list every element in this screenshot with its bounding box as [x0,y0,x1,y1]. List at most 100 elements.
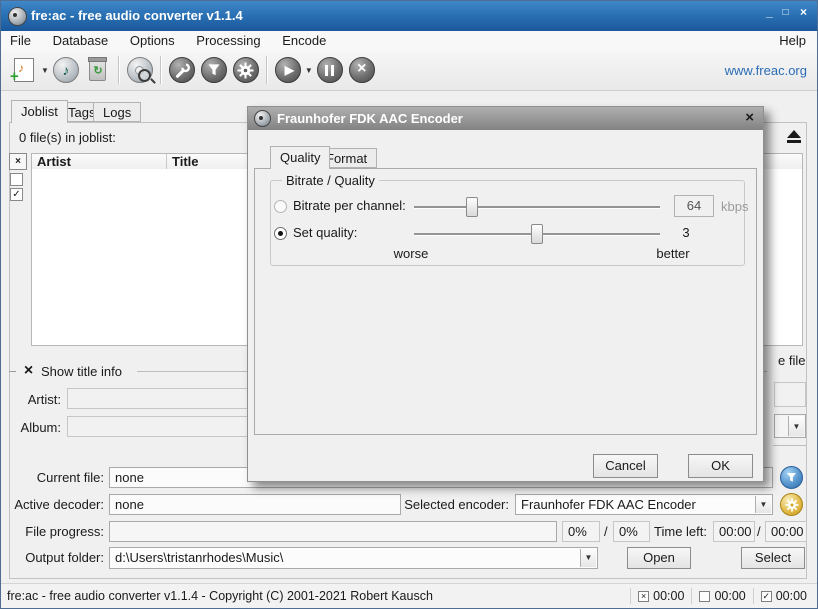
checked-tick-icon: ✓ [761,591,772,602]
active-decoder-label: Active decoder: [1,497,104,512]
output-folder-label: Output folder: [1,550,104,565]
column-header-artist[interactable]: Artist [32,154,167,169]
status-timers: × 00:00 00:00 ✓ 00:00 [630,588,814,604]
magnifier-icon [138,69,151,82]
dialog-close-button[interactable]: × [745,109,754,126]
output-folder-combo[interactable]: d:\Users\tristanrhodes\Music\ ▼ [109,547,598,569]
timer-value: 00:00 [653,589,684,603]
file-progress-percent: 0% [562,521,600,542]
right-sliver-combo[interactable]: ▼ [774,414,806,438]
pause-icon [317,57,343,83]
menu-help[interactable]: Help [770,31,815,50]
ok-button[interactable]: OK [688,454,753,478]
time-left-label: Time left: [646,524,707,539]
quality-slider-thumb[interactable] [531,224,543,244]
timer-unselected: 00:00 [691,588,752,604]
toggle-selection-button[interactable]: ✓ [10,188,23,201]
minimize-button[interactable]: _ [762,5,777,19]
chevron-down-icon[interactable]: ▼ [788,416,804,436]
add-audio-cd-button[interactable]: ♪ [50,54,82,86]
selected-encoder-label: Selected encoder: [401,497,509,512]
album-label: Album: [15,420,61,435]
window-titlebar[interactable]: fre:ac - free audio converter v1.1.4 _ □… [1,1,817,31]
cancel-button[interactable]: Cancel [593,454,658,478]
select-all-button[interactable]: × [9,153,27,170]
checked-x-icon: × [638,591,649,602]
select-none-button[interactable] [10,173,23,186]
tab-joblist[interactable]: Joblist [11,100,68,123]
close-button[interactable]: × [796,5,811,19]
current-file-label: Current file: [1,470,104,485]
general-settings-button[interactable] [166,54,198,86]
document-icon: ♪ + [14,58,34,82]
freac-logo-icon [254,110,271,127]
menu-file[interactable]: File [1,31,40,50]
eject-icon [787,130,801,138]
menu-database[interactable]: Database [44,31,118,50]
clear-joblist-button[interactable]: ↻ [82,54,114,86]
menu-processing[interactable]: Processing [187,31,269,50]
eject-button[interactable] [782,126,806,147]
status-bar: fre:ac - free audio converter v1.1.4 - C… [1,583,817,608]
total-progress-percent: 0% [613,521,650,542]
play-icon: ▶ [275,57,301,83]
start-encoding-dropdown-arrow[interactable]: ▼ [305,66,313,75]
scale-better-label: better [642,246,704,261]
selected-encoder-combo[interactable]: Fraunhofer FDK AAC Encoder ▼ [515,494,773,515]
toolbar-separator [160,56,162,84]
file-progress-bar [109,521,557,542]
show-title-info-label[interactable]: Show title info [41,364,122,379]
funnel-icon [785,471,798,484]
joblist-count: 0 file(s) in joblist: [19,130,116,145]
cd-search-icon [127,57,153,83]
add-files-button[interactable]: ♪ + [8,54,40,86]
progress-separator: / [604,524,608,539]
encoder-config-dialog: Fraunhofer FDK AAC Encoder × Quality For… [247,106,764,482]
status-text: fre:ac - free audio converter v1.1.4 - C… [7,589,433,603]
music-disc-icon: ♪ [53,57,79,83]
stop-icon: × [349,57,375,83]
configure-encoder-button[interactable] [230,54,262,86]
output-folder-value: d:\Users\tristanrhodes\Music\ [115,550,283,565]
processing-options-button[interactable] [198,54,230,86]
menu-encode[interactable]: Encode [273,31,335,50]
add-files-dropdown-arrow[interactable]: ▼ [41,66,49,75]
time-left-total: 00:00 [765,521,807,542]
right-label-fragment: e file [778,353,805,368]
freac-website-link[interactable]: www.freac.org [725,63,807,78]
scale-worse-label: worse [380,246,442,261]
timer-value: 00:00 [714,589,745,603]
bitrate-radio[interactable] [274,200,287,213]
menu-options[interactable]: Options [121,31,184,50]
open-folder-button[interactable]: Open [627,547,691,569]
chevron-down-icon[interactable]: ▼ [755,496,771,513]
toolbar: ♪ + ▼ ♪ ↻ [1,50,817,91]
bitrate-value-field[interactable]: 64 [674,195,714,217]
select-folder-button[interactable]: Select [741,547,805,569]
funnel-icon [201,57,227,83]
right-sliver-field[interactable] [774,382,806,407]
query-cddb-button[interactable] [124,54,156,86]
maximize-button[interactable]: □ [778,7,793,18]
bitrate-slider-track[interactable] [414,206,660,208]
chevron-down-icon[interactable]: ▼ [580,549,596,567]
dialog-titlebar[interactable]: Fraunhofer FDK AAC Encoder × [248,107,763,130]
group-title: Bitrate / Quality [282,173,379,188]
stop-encoding-button[interactable]: × [346,54,378,86]
dialog-tab-quality[interactable]: Quality [270,146,330,169]
collapse-handle[interactable] [9,371,16,372]
configure-encoder-icon-button[interactable] [780,493,803,516]
tab-logs[interactable]: Logs [93,102,141,122]
toolbar-separator [266,56,268,84]
set-quality-radio[interactable] [274,227,287,240]
time-left-file: 00:00 [713,521,755,542]
recycle-icon: ↻ [93,64,102,77]
show-title-info-checkbox[interactable]: × [21,363,36,378]
bitrate-slider-thumb[interactable] [466,197,478,217]
wrench-icon [169,57,195,83]
file-progress-label: File progress: [1,524,104,539]
pause-encoding-button[interactable] [314,54,346,86]
processing-options-icon-button[interactable] [780,466,803,489]
trash-icon: ↻ [89,60,106,81]
start-encoding-button[interactable]: ▶ [272,54,304,86]
